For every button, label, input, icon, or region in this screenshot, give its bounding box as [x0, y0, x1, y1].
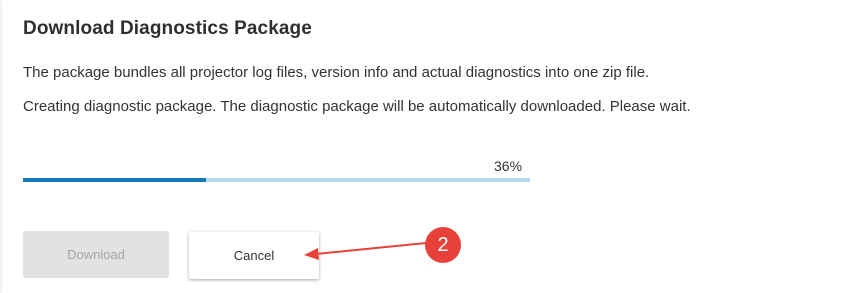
- download-button[interactable]: Download: [23, 231, 169, 278]
- annotation-badge: 2: [425, 227, 461, 263]
- dialog-title: Download Diagnostics Package: [23, 18, 312, 39]
- status-message: Creating diagnostic package. The diagnos…: [23, 98, 691, 115]
- progress-bar-fill: [23, 178, 206, 182]
- dialog-description: The package bundles all projector log fi…: [23, 64, 650, 81]
- progress-percent: 36%: [494, 158, 523, 174]
- cancel-button[interactable]: Cancel: [189, 232, 319, 279]
- progress-bar: [23, 178, 530, 182]
